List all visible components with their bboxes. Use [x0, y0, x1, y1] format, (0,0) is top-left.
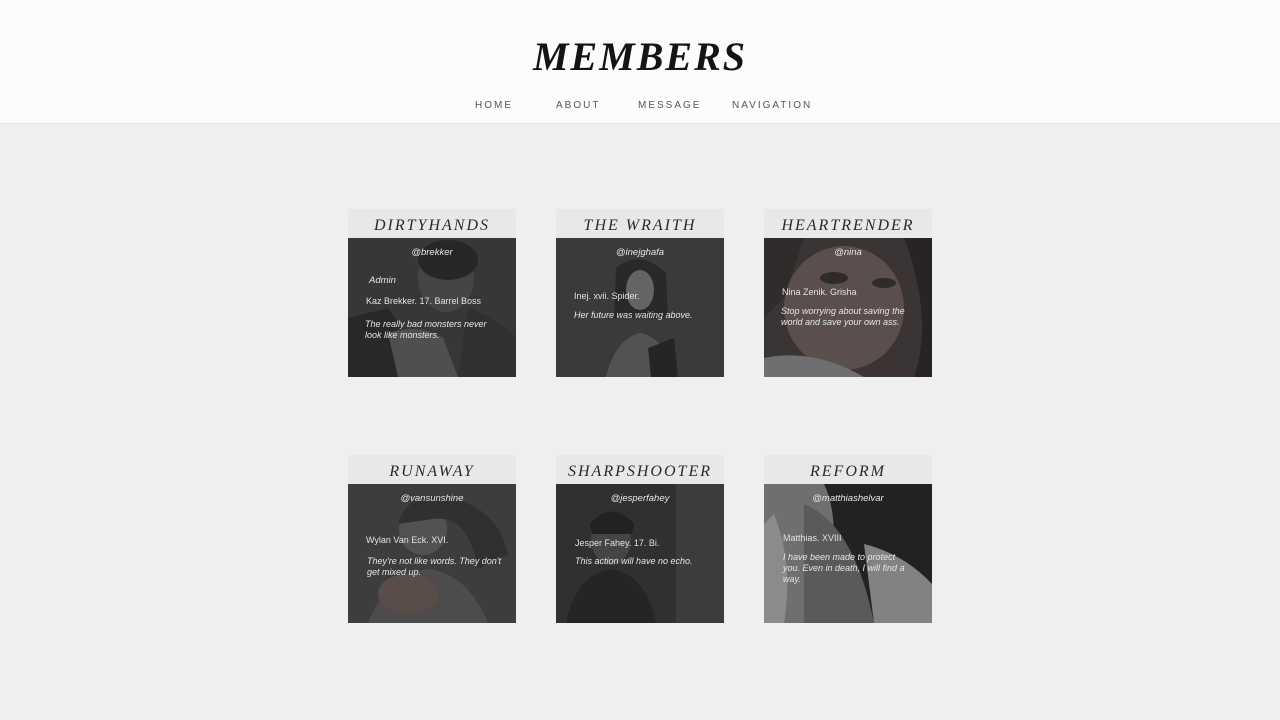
- member-handle[interactable]: @jesperfahey: [556, 493, 724, 504]
- member-card-title: DIRTYHANDS: [348, 209, 516, 238]
- member-info: Inej. xvii. Spider.: [574, 291, 640, 301]
- member-card-body: @brekker Admin Kaz Brekker. 17. Barrel B…: [348, 238, 516, 377]
- member-quote: The really bad monsters never look like …: [365, 319, 487, 340]
- member-card-title: REFORM: [764, 455, 932, 484]
- member-info: Matthias. XVIII: [783, 533, 842, 543]
- member-handle[interactable]: @nina: [764, 247, 932, 258]
- member-card-dirtyhands[interactable]: DIRTYHANDS @brekker Admin Kaz Brekker. 1…: [348, 209, 516, 377]
- image-overlay: [556, 484, 724, 623]
- member-info: Wylan Van Eck. XVI.: [366, 535, 449, 545]
- member-quote: Stop worrying about saving the world and…: [781, 306, 905, 327]
- member-handle[interactable]: @brekker: [348, 247, 516, 258]
- member-quote: Her future was waiting above.: [574, 310, 693, 320]
- nav-home[interactable]: HOME: [475, 100, 513, 111]
- member-card-title: THE WRAITH: [556, 209, 724, 238]
- member-handle[interactable]: @matthiashelvar: [764, 493, 932, 504]
- member-card-sharpshooter[interactable]: SHARPSHOOTER @jesperfahey Jesper Fahey. …: [556, 455, 724, 623]
- member-quote: I have been made to protect you. Even in…: [783, 552, 905, 584]
- member-card-the-wraith[interactable]: THE WRAITH @inejghafa Inej. xvii. Spider…: [556, 209, 724, 377]
- member-info: Jesper Fahey. 17. Bi.: [575, 538, 660, 548]
- member-card-title: HEARTRENDER: [764, 209, 932, 238]
- member-card-body: @jesperfahey Jesper Fahey. 17. Bi. This …: [556, 484, 724, 623]
- member-handle[interactable]: @inejghafa: [556, 247, 724, 258]
- page-title: MEMBERS: [532, 34, 748, 79]
- image-overlay: [556, 238, 724, 377]
- nav-about[interactable]: ABOUT: [556, 100, 600, 111]
- member-info: Nina Zenik. Grisha: [782, 287, 857, 297]
- member-card-heartrender[interactable]: HEARTRENDER @nina Nina Zenik. Grisha Sto…: [764, 209, 932, 377]
- member-card-body: @nina Nina Zenik. Grisha Stop worrying a…: [764, 238, 932, 377]
- member-card-reform[interactable]: REFORM @matthiashelvar Matthias. XVIII I…: [764, 455, 932, 623]
- member-handle[interactable]: @vansunshine: [348, 493, 516, 504]
- image-overlay: [348, 484, 516, 623]
- member-role: Admin: [369, 275, 396, 286]
- member-info: Kaz Brekker. 17. Barrel Boss: [366, 296, 482, 306]
- image-overlay: [348, 238, 516, 377]
- member-card-body: @inejghafa Inej. xvii. Spider. Her futur…: [556, 238, 724, 377]
- member-quote: They're not like words. They don't get m…: [367, 556, 501, 577]
- site-header: MEMBERS HOME ABOUT MESSAGE NAVIGATION: [0, 0, 1280, 124]
- member-quote: This action will have no echo.: [575, 556, 693, 566]
- nav-message[interactable]: MESSAGE: [638, 100, 701, 111]
- member-card-title: RUNAWAY: [348, 455, 516, 484]
- member-card-runaway[interactable]: RUNAWAY @vansunshine Wylan Van Eck. XVI.…: [348, 455, 516, 623]
- nav-navigation[interactable]: NAVIGATION: [732, 100, 812, 111]
- member-card-title: SHARPSHOOTER: [556, 455, 724, 484]
- member-card-body: @vansunshine Wylan Van Eck. XVI. They're…: [348, 484, 516, 623]
- member-card-body: @matthiashelvar Matthias. XVIII I have b…: [764, 484, 932, 623]
